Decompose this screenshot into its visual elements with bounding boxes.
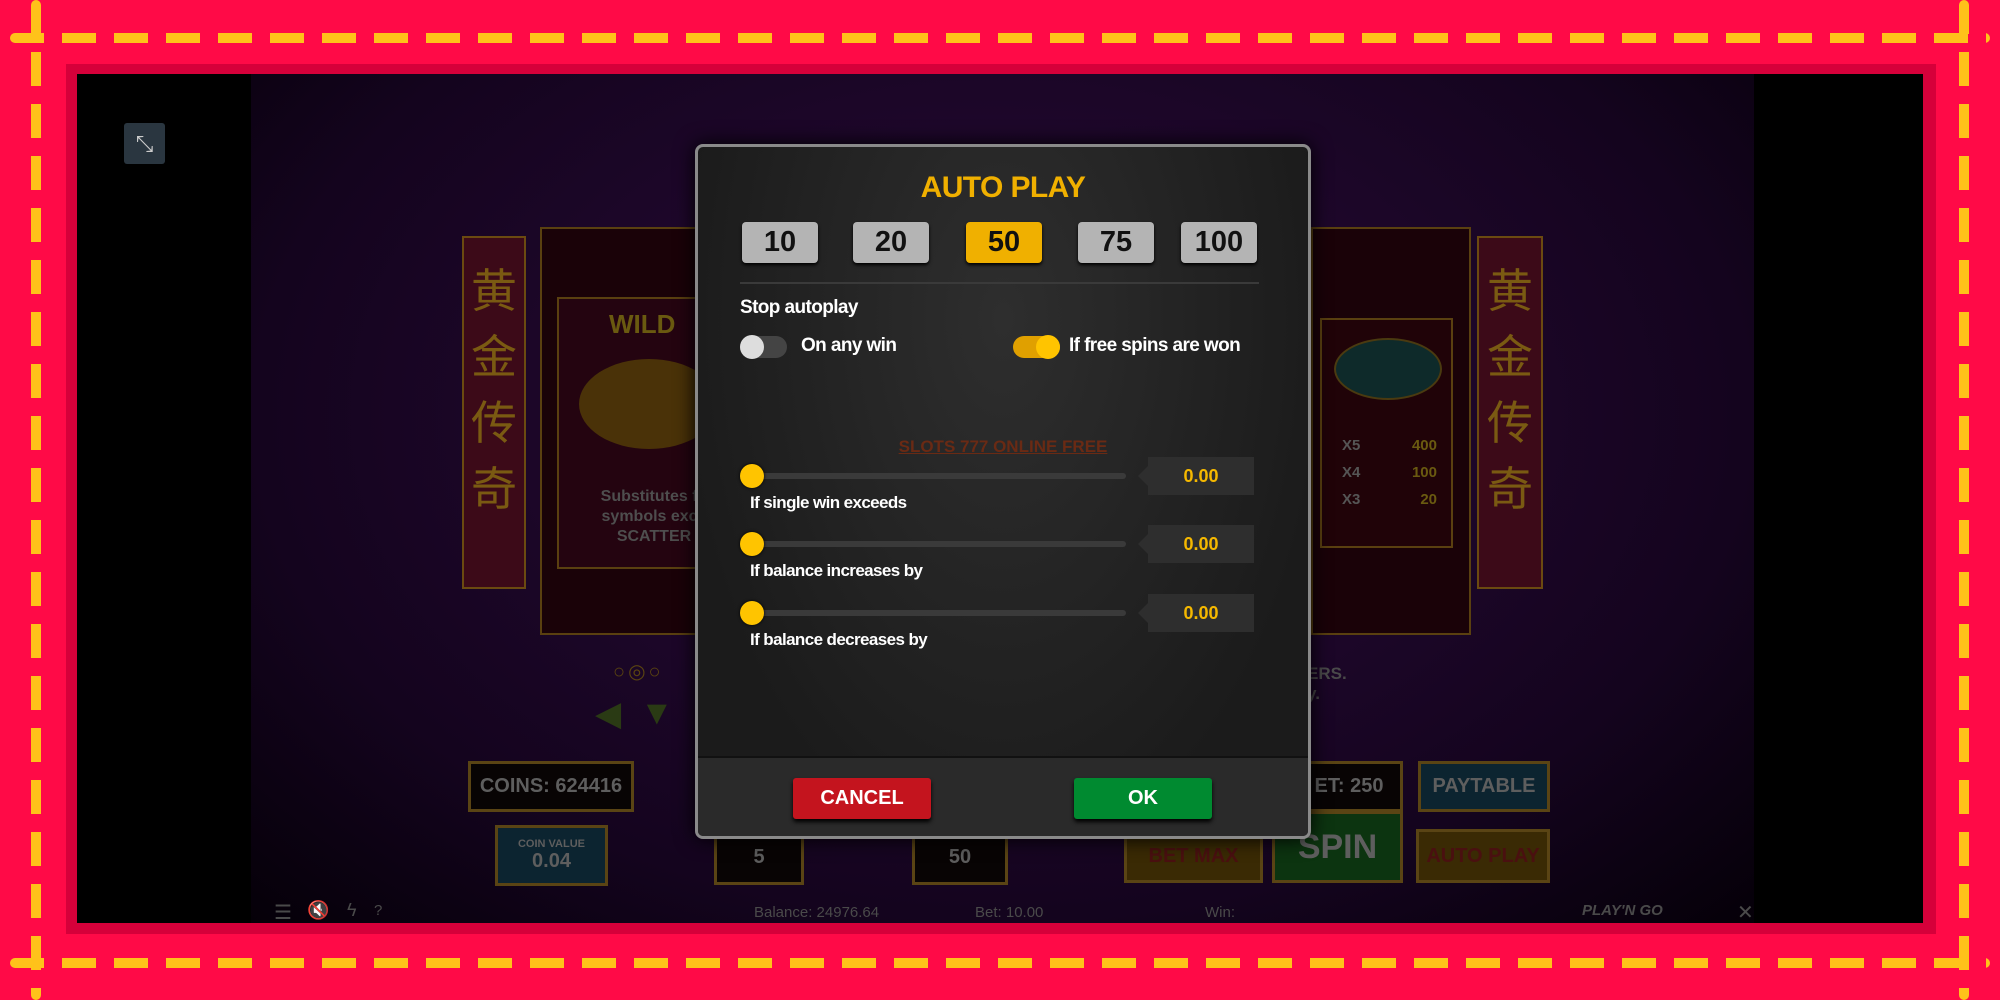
slider-label: If balance increases by	[750, 561, 923, 580]
exit-fullscreen-icon[interactable]: ⤡	[124, 123, 165, 164]
dialog-footer: CANCEL OK	[698, 756, 1308, 836]
balance-text: Balance: 24976.64	[754, 904, 880, 921]
right-banner: 黄金传奇	[1477, 236, 1543, 589]
stop-autoplay-heading: Stop autoplay	[740, 297, 858, 318]
free-spins-toggle[interactable]	[1013, 335, 1060, 359]
ok-button[interactable]: OK	[1074, 778, 1212, 819]
toggle-knob	[740, 335, 764, 359]
prev-page-arrow[interactable]: ◀	[595, 694, 621, 734]
menu-icon[interactable]: ☰	[274, 900, 292, 923]
border-dash-right	[1959, 0, 1969, 1000]
auto-play-button[interactable]: AUTO PLAY	[1416, 829, 1550, 883]
fish-symbol	[1334, 338, 1442, 400]
left-banner: 黄金传奇	[462, 236, 526, 589]
playngo-logo: PLAY'N GO	[1582, 902, 1663, 919]
coin-value-button[interactable]: COIN VALUE 0.04	[495, 825, 608, 886]
right-text-line: ERS.	[1307, 664, 1347, 683]
slider-knob[interactable]	[740, 601, 764, 625]
slider-knob[interactable]	[740, 464, 764, 488]
border-dash-top	[10, 33, 1990, 43]
slider-track[interactable]	[750, 473, 1126, 479]
pay-row: X5 400	[1342, 432, 1437, 459]
bet-text: Bet: 10.00	[975, 904, 1044, 921]
slider-value: 0.00	[1138, 457, 1254, 495]
wild-title: WILD	[609, 309, 676, 339]
count-button-50[interactable]: 50	[966, 222, 1042, 263]
paytable-panel-left: WILD Substitutes fo symbols exce SCATTER	[540, 227, 719, 635]
cancel-button[interactable]: CANCEL	[793, 778, 931, 819]
win-text: Win:	[1205, 904, 1235, 921]
divider	[740, 282, 1259, 284]
slider-label: If balance decreases by	[750, 630, 928, 649]
autoplay-dialog: AUTO PLAY 10 20 50 75 100 Stop autoplay …	[695, 144, 1311, 839]
border-dash-bottom	[10, 958, 1990, 968]
slider-value: 0.00	[1138, 525, 1254, 563]
slider-track[interactable]	[750, 610, 1126, 616]
fish-pays: X5 400 X4 100 X3 20	[1342, 432, 1437, 513]
page-dots[interactable]: ○◎○	[613, 659, 664, 684]
coins-display: COINS: 624416	[468, 761, 634, 812]
count-button-75[interactable]: 75	[1078, 222, 1154, 263]
toggle-knob	[1036, 335, 1060, 359]
dialog-title: AUTO PLAY	[920, 171, 1086, 204]
fish-card: X5 400 X4 100 X3 20	[1320, 318, 1453, 548]
next-page-arrow[interactable]: ▼	[640, 694, 674, 733]
slider-knob[interactable]	[740, 532, 764, 556]
close-icon[interactable]: ✕	[1737, 900, 1754, 923]
count-button-100[interactable]: 100	[1181, 222, 1257, 263]
bet-display: ET: 250	[1295, 761, 1403, 812]
border-dash-left	[31, 0, 41, 1000]
help-icon[interactable]: ?	[374, 902, 382, 919]
free-spins-label: If free spins are won	[1069, 335, 1241, 356]
paytable-panel-right: X5 400 X4 100 X3 20	[1311, 227, 1471, 635]
slider-label: If single win exceeds	[750, 493, 907, 512]
coin-value-label: COIN VALUE	[517, 838, 586, 850]
pay-count: X4	[1342, 464, 1361, 481]
wild-card: WILD Substitutes fo symbols exce SCATTER	[557, 297, 719, 569]
pay-value: 20	[1420, 491, 1437, 508]
slider-track[interactable]	[750, 541, 1126, 547]
count-button-20[interactable]: 20	[853, 222, 929, 263]
on-any-win-label: On any win	[801, 335, 897, 356]
watermark-logo: SLOTS 777 ONLINE FREE	[898, 437, 1108, 456]
pay-row: X4 100	[1342, 459, 1437, 486]
on-any-win-toggle[interactable]	[740, 335, 787, 359]
pay-value: 100	[1411, 464, 1437, 481]
slider-value: 0.00	[1138, 594, 1254, 632]
pay-row: X3 20	[1342, 486, 1437, 513]
count-button-10[interactable]: 10	[742, 222, 818, 263]
pay-count: X5	[1342, 437, 1361, 454]
pay-count: X3	[1342, 491, 1361, 508]
turbo-icon[interactable]: ϟ	[347, 900, 357, 921]
paytable-right-text: ERS. y.	[1307, 664, 1347, 704]
pay-value: 400	[1411, 437, 1437, 454]
paytable-button[interactable]: PAYTABLE	[1418, 761, 1550, 812]
coin-value: 0.04	[532, 850, 571, 872]
right-text-line: y.	[1307, 684, 1320, 703]
sound-muted-icon[interactable]: 🔇	[307, 900, 329, 921]
